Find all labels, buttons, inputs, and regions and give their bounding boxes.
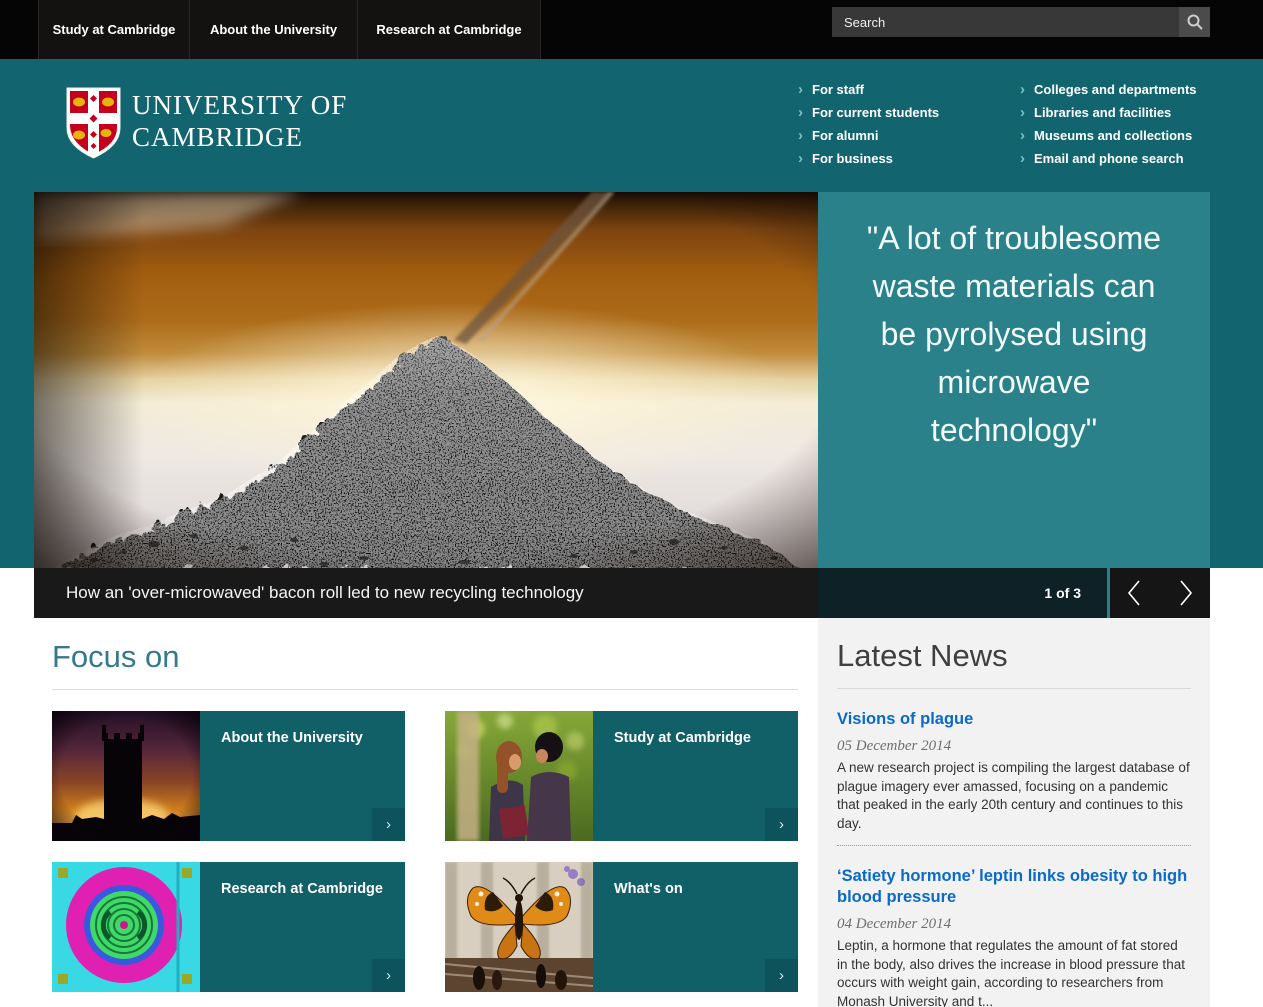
card-title: What's on	[593, 862, 798, 897]
hero-quote-panel: "A lot of troublesome waste materials ca…	[818, 192, 1210, 568]
news-excerpt: Leptin, a hormone that regulates the amo…	[837, 937, 1191, 1007]
chevron-right-icon: ›	[1020, 151, 1025, 166]
card-study-at-cambridge[interactable]: Study at Cambridge ›	[445, 711, 798, 841]
chevron-left-icon	[1124, 578, 1146, 608]
university-logo[interactable]: UNIVERSITY OF CAMBRIDGE	[66, 87, 347, 165]
primary-tabs: Study at Cambridge About the University …	[38, 0, 541, 59]
search-button[interactable]	[1179, 7, 1210, 37]
search-input[interactable]	[832, 7, 1179, 37]
card-title: Research at Cambridge	[200, 862, 405, 897]
news-item: ‘Satiety hormone’ leptin links obesity t…	[837, 866, 1191, 1007]
chevron-right-icon	[1174, 578, 1196, 608]
focus-cards: About the University ›	[52, 711, 798, 992]
section-divider	[52, 689, 798, 690]
quick-links-column-2: › Colleges and departments › Libraries a…	[1020, 78, 1197, 170]
cambridge-homepage: Study at Cambridge About the University …	[0, 0, 1263, 1007]
carousel-arrows	[1110, 568, 1210, 618]
university-wordmark: UNIVERSITY OF CAMBRIDGE	[132, 87, 347, 165]
top-navigation-bar: Study at Cambridge About the University …	[0, 0, 1263, 59]
quick-links-column-1: › For staff › For current students › For…	[798, 78, 1020, 170]
news-date: 05 December 2014	[837, 738, 1191, 755]
news-title-link[interactable]: Visions of plague	[837, 709, 1191, 730]
card-title: About the University	[200, 711, 405, 746]
news-item: Visions of plague 05 December 2014 A new…	[837, 709, 1191, 846]
chevron-right-icon: ›	[1020, 82, 1025, 97]
carousel-prev-button[interactable]	[1110, 568, 1160, 618]
focus-on-section: Focus on	[52, 630, 798, 992]
chevron-right-icon[interactable]: ›	[765, 808, 798, 841]
chevron-right-icon: ›	[1020, 105, 1025, 120]
site-search	[832, 7, 1210, 37]
cambridge-shield-icon	[66, 87, 121, 165]
carousel-caption-link[interactable]: How an 'over-microwaved' bacon roll led …	[34, 568, 818, 618]
chevron-right-icon[interactable]: ›	[372, 959, 405, 992]
hero-quote-text: "A lot of troublesome waste materials ca…	[818, 192, 1210, 454]
section-divider	[837, 688, 1191, 689]
link-for-current-students[interactable]: › For current students	[798, 101, 1020, 124]
card-image-tower-sunset	[52, 711, 200, 841]
card-about-the-university[interactable]: About the University ›	[52, 711, 405, 841]
card-whats-on[interactable]: What's on ›	[445, 862, 798, 992]
link-for-alumni[interactable]: › For alumni	[798, 124, 1020, 147]
card-image-students	[445, 711, 593, 841]
card-image-butterfly	[445, 862, 593, 992]
latest-news-section: Latest News Visions of plague 05 Decembe…	[818, 618, 1210, 1007]
card-title: Study at Cambridge	[593, 711, 798, 746]
tab-study-at-cambridge[interactable]: Study at Cambridge	[38, 0, 190, 59]
carousel-caption-row: How an 'over-microwaved' bacon roll led …	[0, 568, 1263, 618]
chevron-right-icon[interactable]: ›	[372, 808, 405, 841]
tab-research-at-cambridge[interactable]: Research at Cambridge	[358, 0, 541, 59]
latest-news-heading: Latest News	[837, 630, 1191, 674]
chevron-right-icon: ›	[798, 151, 803, 166]
link-email-and-phone-search[interactable]: › Email and phone search	[1020, 147, 1197, 170]
chevron-right-icon: ›	[798, 105, 803, 120]
news-date: 04 December 2014	[837, 916, 1191, 933]
carousel-counter: 1 of 3	[818, 568, 1107, 618]
news-excerpt: A new research project is compiling the …	[837, 759, 1191, 833]
focus-on-heading: Focus on	[52, 630, 798, 675]
carousel-next-button[interactable]	[1160, 568, 1210, 618]
card-body: What's on ›	[593, 862, 798, 992]
chevron-right-icon[interactable]: ›	[765, 959, 798, 992]
quick-links: › For staff › For current students › For…	[798, 78, 1197, 170]
hero-carousel-image	[34, 192, 818, 568]
search-icon	[1186, 13, 1204, 31]
link-colleges-and-departments[interactable]: › Colleges and departments	[1020, 78, 1197, 101]
news-separator	[837, 845, 1191, 846]
link-for-business[interactable]: › For business	[798, 147, 1020, 170]
chevron-right-icon: ›	[1020, 128, 1025, 143]
chevron-right-icon: ›	[798, 128, 803, 143]
card-image-micrograph	[52, 862, 200, 992]
card-body: About the University ›	[200, 711, 405, 841]
card-body: Research at Cambridge ›	[200, 862, 405, 992]
card-body: Study at Cambridge ›	[593, 711, 798, 841]
news-title-link[interactable]: ‘Satiety hormone’ leptin links obesity t…	[837, 866, 1191, 908]
link-libraries-and-facilities[interactable]: › Libraries and facilities	[1020, 101, 1197, 124]
link-for-staff[interactable]: › For staff	[798, 78, 1020, 101]
chevron-right-icon: ›	[798, 82, 803, 97]
tab-about-the-university[interactable]: About the University	[190, 0, 358, 59]
link-museums-and-collections[interactable]: › Museums and collections	[1020, 124, 1197, 147]
card-research-at-cambridge[interactable]: Research at Cambridge ›	[52, 862, 405, 992]
